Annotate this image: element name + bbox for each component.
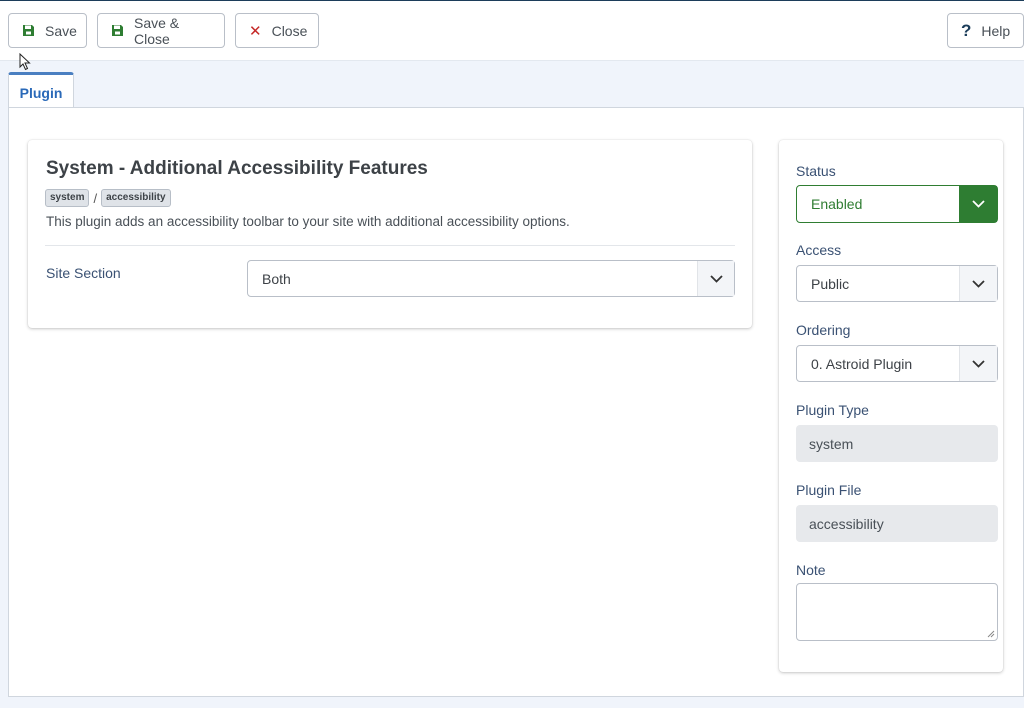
mouse-pointer-icon [19, 53, 31, 71]
options-sidebar: Status Enabled Access Public Ordering 0.… [779, 140, 1003, 672]
save-label: Save [45, 22, 77, 39]
chevron-down-icon [959, 266, 997, 301]
save-and-close-button[interactable]: Save & Close [97, 13, 225, 48]
tab-plugin[interactable]: Plugin [8, 72, 74, 109]
plugin-type-field: system [796, 425, 998, 462]
status-label: Status [796, 163, 836, 179]
chevron-down-icon [959, 346, 997, 381]
toolbar: Save Save & Close ✕ Close ? Help [0, 1, 1024, 61]
question-icon: ? [961, 20, 972, 40]
badge-element: accessibility [101, 189, 171, 207]
page-title: System - Additional Accessibility Featur… [46, 158, 428, 179]
x-icon: ✕ [249, 22, 262, 40]
status-value: Enabled [811, 196, 863, 212]
access-select[interactable]: Public [796, 265, 998, 302]
save-button[interactable]: Save [8, 13, 87, 48]
badge-separator: / [93, 190, 98, 206]
access-label: Access [796, 242, 842, 258]
chevron-down-icon [697, 261, 734, 296]
ordering-select[interactable]: 0. Astroid Plugin [796, 345, 998, 382]
tab-bar: Plugin [8, 72, 1024, 109]
plugin-file-label: Plugin File [796, 482, 862, 498]
plugin-type-label: Plugin Type [796, 402, 869, 418]
site-section-label: Site Section [46, 265, 121, 281]
divider [45, 245, 735, 246]
site-section-value: Both [262, 270, 291, 287]
close-label: Close [271, 22, 308, 39]
help-label: Help [981, 22, 1011, 39]
save-and-close-label: Save & Close [134, 14, 180, 47]
resize-grip-icon[interactable] [987, 630, 995, 638]
badge-type: system [45, 189, 90, 207]
plugin-details-card: System - Additional Accessibility Featur… [28, 140, 752, 328]
floppy-disk-icon [22, 24, 35, 38]
site-section-select[interactable]: Both [247, 260, 735, 297]
plugin-description: This plugin adds an accessibility toolba… [46, 214, 570, 229]
plugin-badges: system / accessibility [45, 189, 171, 207]
status-select[interactable]: Enabled [796, 185, 998, 223]
floppy-disk-icon [111, 24, 124, 38]
ordering-label: Ordering [796, 322, 851, 338]
note-textarea[interactable] [796, 583, 998, 641]
chevron-down-icon [959, 186, 997, 222]
help-button[interactable]: ? Help [947, 13, 1024, 48]
note-label: Note [796, 562, 826, 578]
access-value: Public [811, 275, 850, 292]
plugin-file-field: accessibility [796, 505, 998, 542]
close-button[interactable]: ✕ Close [235, 13, 319, 48]
ordering-value: 0. Astroid Plugin [811, 355, 913, 372]
